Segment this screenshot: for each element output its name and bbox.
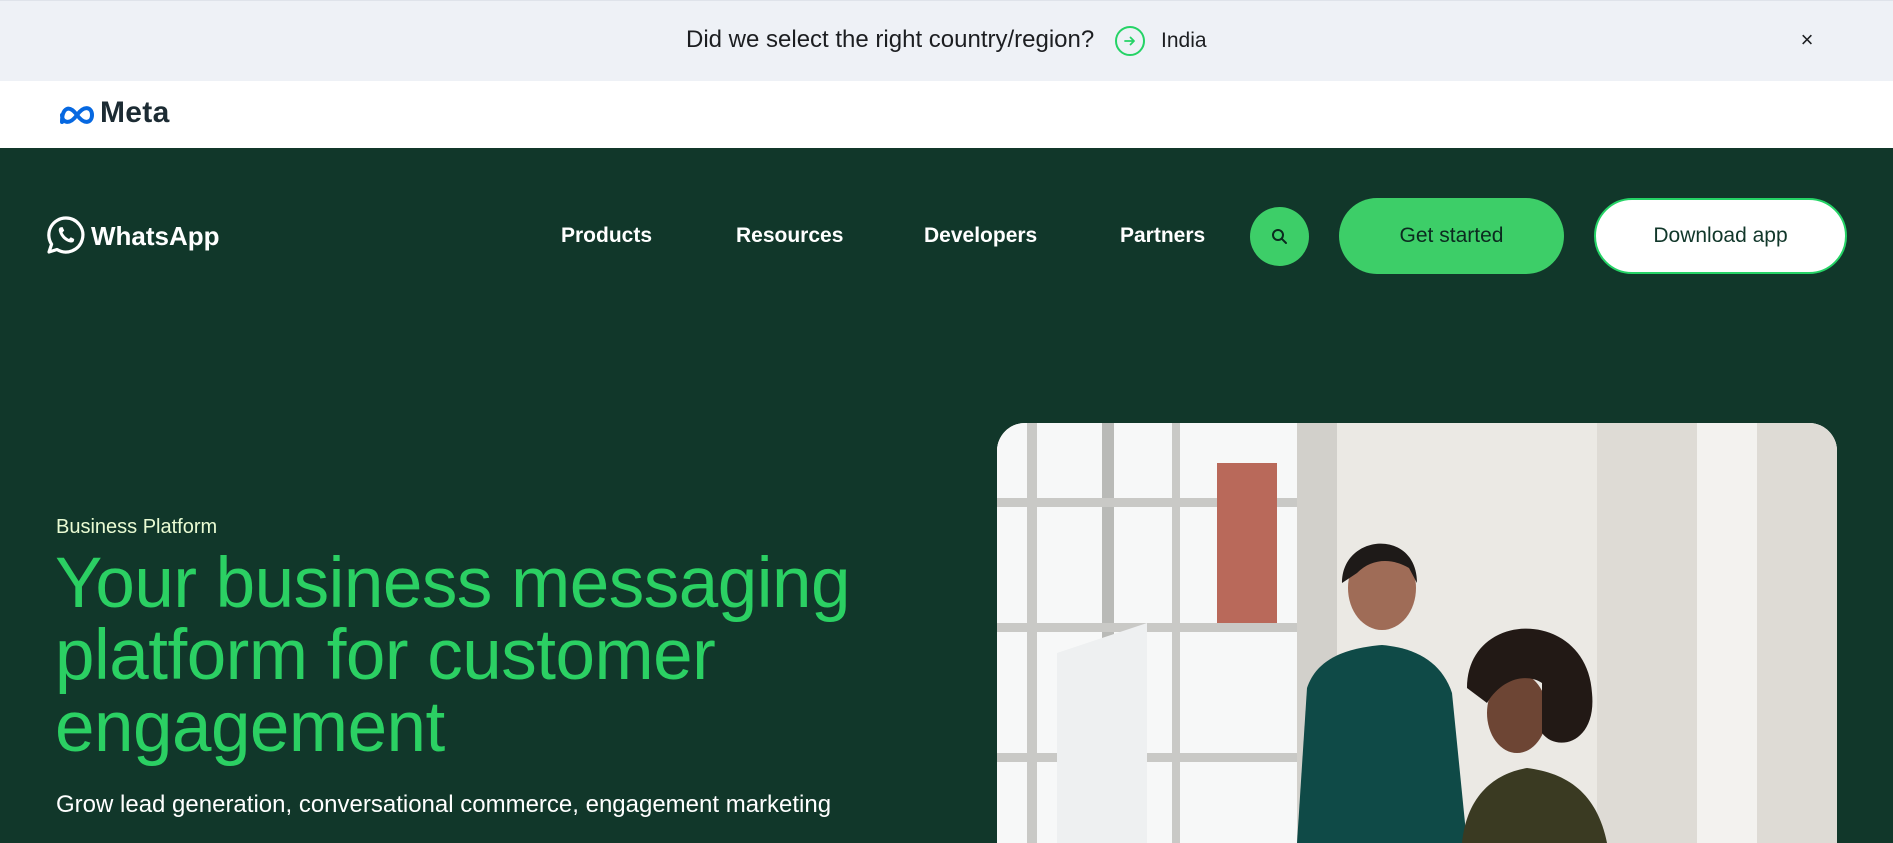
download-app-button[interactable]: Download app bbox=[1594, 198, 1847, 274]
search-button[interactable] bbox=[1250, 207, 1309, 266]
country-banner: Did we select the right country/region? … bbox=[0, 0, 1893, 81]
meta-brand[interactable]: Meta bbox=[100, 96, 170, 130]
meta-logo-icon[interactable] bbox=[59, 100, 95, 130]
get-started-button[interactable]: Get started bbox=[1339, 198, 1564, 274]
whatsapp-logo-icon[interactable] bbox=[46, 215, 86, 255]
hero-photo bbox=[997, 423, 1837, 843]
arrow-right-icon[interactable] bbox=[1115, 26, 1145, 56]
hero-subtitle: Grow lead generation, conversational com… bbox=[56, 791, 832, 818]
nav-products[interactable]: Products bbox=[561, 224, 652, 248]
nav-partners[interactable]: Partners bbox=[1120, 224, 1205, 248]
country-question: Did we select the right country/region? bbox=[686, 26, 1095, 53]
office-photo-illustration bbox=[997, 423, 1837, 843]
whatsapp-brand[interactable]: WhatsApp bbox=[91, 221, 220, 252]
hero-title: Your business messaging platform for cus… bbox=[55, 544, 850, 767]
search-icon bbox=[1272, 229, 1287, 244]
nav-developers[interactable]: Developers bbox=[924, 224, 1037, 248]
meta-bar bbox=[0, 81, 1893, 148]
nav-resources[interactable]: Resources bbox=[736, 224, 843, 248]
region-link[interactable]: India bbox=[1161, 29, 1207, 53]
close-icon[interactable]: × bbox=[1794, 27, 1820, 53]
hero-eyebrow: Business Platform bbox=[56, 516, 218, 538]
